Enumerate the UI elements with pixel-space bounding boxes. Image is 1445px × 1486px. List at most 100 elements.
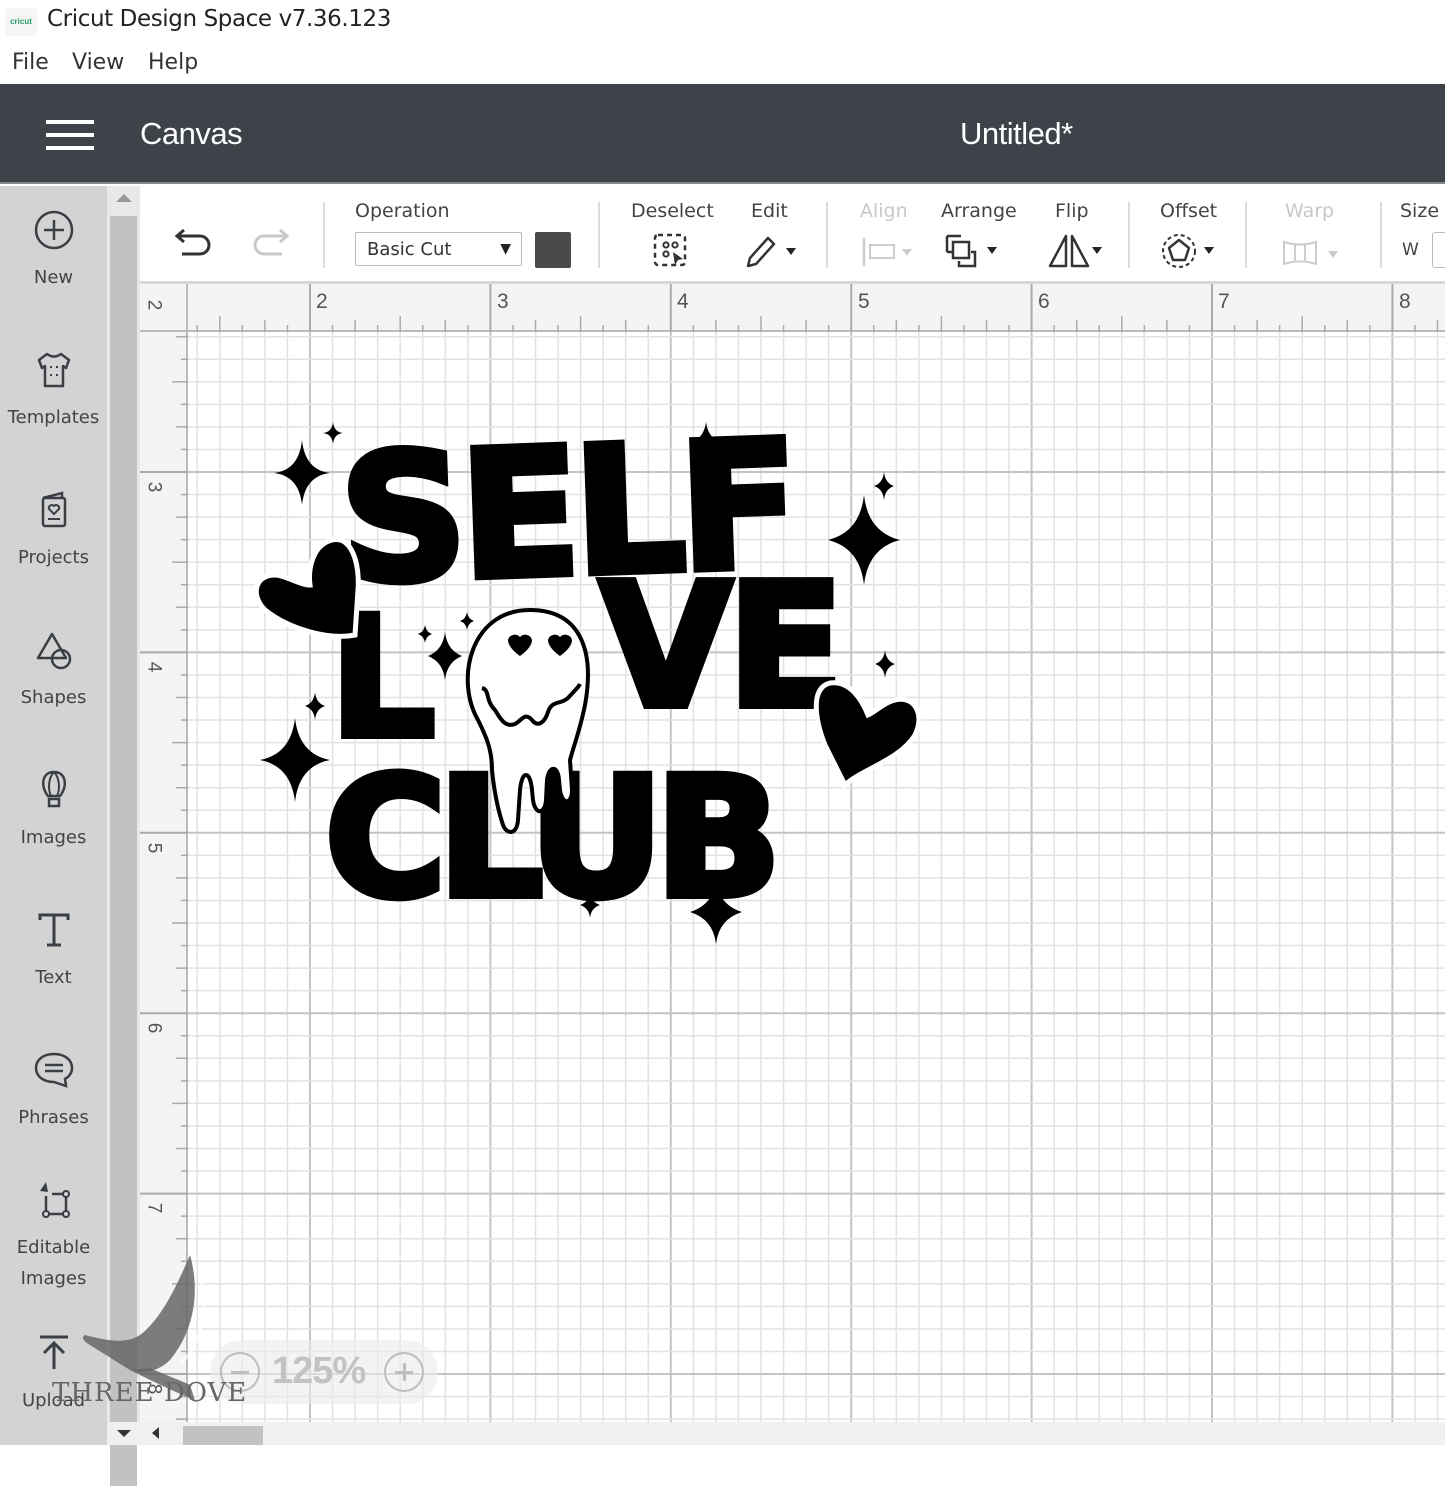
- menu-view[interactable]: View: [72, 50, 124, 75]
- ruler-vertical: 3 4 5 6 7 8: [140, 284, 188, 1422]
- size-label: Size: [1400, 200, 1440, 222]
- ruler-number: 4: [677, 290, 689, 313]
- upload-icon: [39, 1335, 68, 1369]
- scroll-left-arrow-icon[interactable]: [152, 1427, 159, 1439]
- edit-pencil-icon[interactable]: [742, 232, 800, 270]
- redo-icon[interactable]: [248, 220, 292, 260]
- ruler-number: 5: [858, 290, 870, 313]
- document-title[interactable]: Untitled*: [960, 116, 1073, 152]
- scroll-down-arrow-icon[interactable]: [117, 1430, 131, 1437]
- ruler-number: 3: [497, 290, 509, 313]
- menu-help[interactable]: Help: [148, 50, 198, 75]
- sparkle-icon: [305, 692, 325, 720]
- sparkle-icon: [875, 650, 895, 678]
- sidebar-item-phrases[interactable]: Phrases: [0, 1048, 107, 1133]
- ruler-number: 5: [143, 842, 165, 854]
- canvas-horizontal-scrollbar[interactable]: [107, 1422, 1445, 1445]
- scroll-up-arrow-icon[interactable]: [116, 194, 132, 202]
- ruler-number: 2: [143, 299, 165, 311]
- sidebar-item-text[interactable]: Text: [0, 908, 107, 993]
- edit-label: Edit: [751, 200, 788, 222]
- align-label: Align: [860, 200, 908, 222]
- operation-color-swatch[interactable]: [535, 232, 571, 268]
- zoom-control: 125%: [210, 1340, 438, 1404]
- design-canvas[interactable]: SELF L VE CLUB: [140, 284, 1445, 1422]
- sidebar-item-editable-images[interactable]: Editable Images: [0, 1178, 107, 1294]
- ruler-corner: 2: [140, 284, 188, 332]
- ruler-number: 8: [1399, 290, 1411, 313]
- toolbar-divider: [598, 202, 600, 268]
- operation-label: Operation: [355, 200, 450, 222]
- tshirt-icon: [37, 352, 70, 388]
- size-width-label: W: [1402, 240, 1419, 260]
- arrange-label: Arrange: [941, 200, 1017, 222]
- sidebar-label: Images: [20, 827, 87, 848]
- menu-file[interactable]: File: [12, 50, 49, 75]
- sidebar-item-upload[interactable]: Upload: [0, 1331, 107, 1416]
- menu-bar: File View Help: [0, 44, 1445, 84]
- ruler-horizontal: 2 3 4 5 6 7 8: [140, 284, 1445, 332]
- sidebar-label: Editable Images: [16, 1237, 91, 1289]
- cricut-logo: cricut: [5, 8, 37, 36]
- ruler-number: 7: [1218, 290, 1230, 313]
- arrange-icon[interactable]: [943, 232, 1005, 270]
- hot-air-balloon-icon: [41, 770, 66, 808]
- scrollbar-thumb[interactable]: [183, 1426, 263, 1445]
- sidebar-label: Text: [35, 967, 72, 988]
- ruler-number: 6: [1038, 290, 1050, 313]
- left-sidebar: New Templates Projects Shapes Images Tex…: [0, 186, 107, 1445]
- heart-right-icon: [813, 680, 922, 790]
- design-line-love-ve: VE: [600, 548, 840, 746]
- zoom-in-button[interactable]: [384, 1352, 424, 1392]
- ruler-number: 3: [143, 481, 165, 493]
- plus-circle-icon: [34, 210, 73, 250]
- header-section-title: Canvas: [140, 116, 243, 151]
- edit-toolbar: Operation Basic Cut ▼ Deselect Edit Align…: [140, 186, 1445, 284]
- sparkle-icon: [874, 472, 894, 500]
- sidebar-item-new[interactable]: New: [0, 208, 107, 293]
- text-icon: [38, 913, 69, 947]
- deselect-label: Deselect: [631, 200, 714, 222]
- zoom-out-button[interactable]: [220, 1352, 260, 1392]
- toolbar-divider: [826, 202, 828, 268]
- hamburger-menu-icon[interactable]: [46, 120, 94, 150]
- self-love-club-design[interactable]: SELF L VE CLUB: [140, 284, 1445, 1422]
- undo-icon[interactable]: [172, 220, 216, 260]
- deselect-icon[interactable]: [652, 232, 690, 270]
- warp-icon[interactable]: [1280, 236, 1346, 270]
- zoom-level: 125%: [272, 1350, 366, 1392]
- app-header: Canvas Untitled*: [0, 84, 1445, 184]
- flip-label: Flip: [1055, 200, 1089, 222]
- sidebar-item-projects[interactable]: Projects: [0, 488, 107, 573]
- operation-select[interactable]: Basic Cut ▼: [355, 232, 522, 266]
- ruler-number: 8: [143, 1383, 165, 1395]
- shapes-icon: [36, 632, 71, 670]
- sidebar-label: Shapes: [20, 687, 87, 708]
- sidebar-item-shapes[interactable]: Shapes: [0, 628, 107, 713]
- heart-left-icon: [253, 537, 361, 639]
- sidebar-label: Phrases: [18, 1107, 89, 1128]
- toolbar-divider: [1245, 202, 1247, 268]
- dropdown-arrow-icon: ▼: [500, 241, 511, 257]
- flip-icon[interactable]: [1046, 232, 1104, 270]
- editable-image-icon: [39, 1182, 70, 1218]
- toolbar-divider: [323, 202, 325, 268]
- align-icon[interactable]: [860, 234, 916, 270]
- window-title-bar: cricut Cricut Design Space v7.36.123: [0, 0, 1445, 44]
- sidebar-label: Templates: [7, 407, 100, 428]
- sidebar-item-images[interactable]: Images: [0, 768, 107, 853]
- sidebar-label: Projects: [18, 547, 89, 568]
- speech-bubble-icon: [34, 1052, 73, 1088]
- toolbar-divider: [1380, 202, 1382, 268]
- sidebar-item-templates[interactable]: Templates: [0, 348, 107, 433]
- sidebar-label: Upload: [21, 1390, 86, 1411]
- offset-icon[interactable]: [1160, 232, 1220, 270]
- ruler-number: 7: [143, 1202, 165, 1214]
- sparkle-icon: [274, 440, 330, 505]
- scrollbar-thumb[interactable]: [110, 216, 137, 1486]
- app-title: Cricut Design Space v7.36.123: [47, 6, 392, 32]
- offset-label: Offset: [1160, 200, 1218, 222]
- sidebar-scrollbar[interactable]: [107, 186, 140, 1486]
- ruler-number: 6: [143, 1022, 165, 1034]
- size-width-input[interactable]: [1432, 232, 1445, 268]
